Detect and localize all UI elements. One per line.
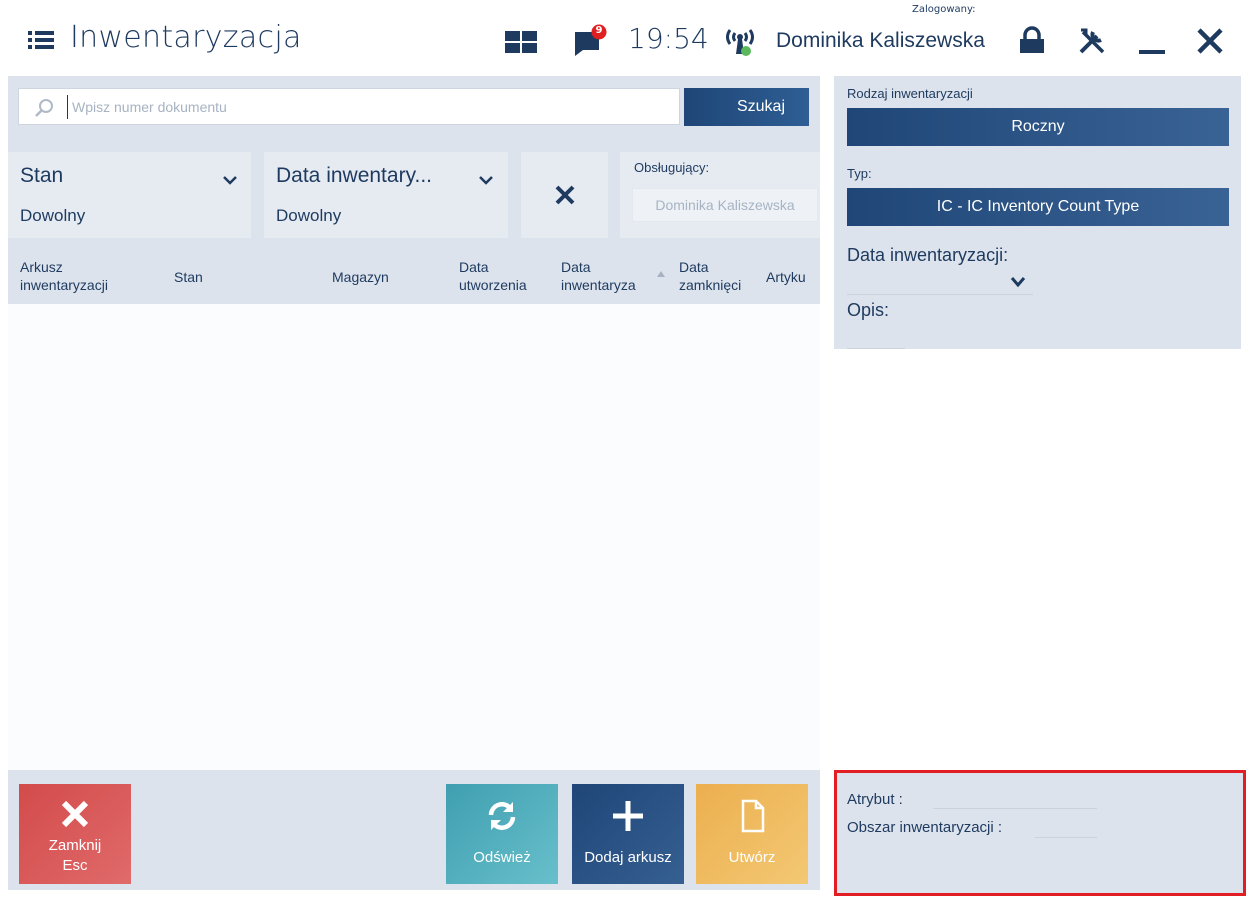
app-window: Inwentaryzacja 9 19:54 Zalogowany: Domin… (0, 0, 1251, 908)
chevron-down-icon (223, 176, 237, 185)
column-header-text: Arkusz (20, 259, 63, 275)
column-header-created-date[interactable]: Data utworzenia (459, 258, 527, 294)
refresh-icon (488, 802, 516, 830)
inventory-details-panel: Rodzaj inwentaryzacji Roczny Typ: IC - I… (834, 76, 1241, 349)
column-header-warehouse[interactable]: Magazyn (332, 268, 389, 286)
status-filter-label: Stan (20, 164, 64, 187)
column-header-inventory-date[interactable]: Data inwentaryza (561, 258, 636, 294)
column-header-text: Data (459, 259, 489, 275)
close-window-icon[interactable] (1195, 26, 1225, 56)
search-icon (35, 99, 53, 117)
close-icon (555, 185, 574, 205)
add-sheet-button[interactable]: Dodaj arkusz (572, 784, 684, 884)
document-icon (741, 799, 765, 833)
plus-icon (613, 801, 643, 831)
close-icon (61, 800, 89, 828)
column-header-text: Data (679, 259, 709, 275)
connection-signal-icon[interactable] (722, 24, 758, 56)
inventory-date-filter[interactable]: Data inwentary... Dowolny (264, 152, 508, 238)
attribute-label: Atrybut : (847, 791, 903, 808)
table-header: Arkusz inwentaryzacji Stan Magazyn Data … (8, 248, 820, 304)
type-select[interactable]: IC - IC Inventory Count Type (847, 188, 1229, 226)
documents-panel: Szukaj Stan Dowolny Data inwentary... Do… (8, 76, 820, 770)
status-filter[interactable]: Stan Dowolny (8, 152, 251, 238)
menu-icon[interactable] (28, 28, 54, 52)
column-header-status[interactable]: Stan (174, 268, 203, 286)
inventory-date-filter-value: Dowolny (276, 206, 342, 225)
search-button[interactable]: Szukaj (684, 88, 809, 126)
chevron-down-icon (479, 176, 493, 185)
app-title: Inwentaryzacja (70, 20, 302, 55)
column-header-text: inwentaryzacji (20, 277, 108, 293)
operator-filter: Obsługujący: Dominika Kaliszewska (620, 152, 820, 238)
logged-in-label: Zalogowany: (912, 4, 976, 15)
column-header-text: utworzenia (459, 277, 527, 293)
notification-count: 9 (595, 25, 603, 36)
sort-ascending-icon (657, 271, 665, 277)
inventory-kind-select[interactable]: Roczny (847, 108, 1229, 146)
inventory-date-label: Data inwentaryzacji: (847, 245, 1009, 265)
close-button-shortcut: Esc (62, 857, 88, 874)
tiles-icon[interactable] (505, 29, 537, 55)
column-header-text: inwentaryza (561, 277, 636, 293)
operator-label: Obsługujący: (634, 160, 710, 175)
divider (847, 348, 905, 349)
refresh-button[interactable]: Odśwież (446, 784, 558, 884)
notifications-icon[interactable]: 9 (573, 24, 607, 56)
close-button[interactable]: Zamknij Esc (19, 784, 131, 884)
close-button-label: Zamknij (48, 837, 102, 854)
inventory-area-field[interactable] (1035, 837, 1097, 838)
lock-icon[interactable] (1017, 26, 1047, 56)
header-bar: Inwentaryzacja 9 19:54 Zalogowany: Domin… (0, 0, 1251, 80)
minimize-icon[interactable] (1137, 26, 1167, 56)
column-header-sheet[interactable]: Arkusz inwentaryzacji (20, 258, 108, 294)
inventory-date-filter-label: Data inwentary... (276, 164, 433, 187)
bottom-toolbar: Zamknij Esc Odśwież Dodaj arkusz Utwórz (8, 770, 820, 890)
column-header-text: Artyku (766, 269, 806, 285)
refresh-button-label: Odśwież (473, 849, 531, 866)
user-name: Dominika Kaliszewska (776, 29, 985, 52)
clear-filters-button[interactable] (521, 152, 608, 238)
add-sheet-button-label: Dodaj arkusz (584, 849, 672, 866)
settings-tools-icon[interactable] (1077, 26, 1107, 56)
status-filter-value: Dowolny (20, 206, 86, 225)
documents-table-body[interactable] (8, 304, 820, 770)
inventory-area-label: Obszar inwentaryzacji : (847, 819, 1003, 836)
divider (847, 294, 1033, 295)
search-input[interactable] (67, 95, 667, 119)
column-header-items[interactable]: Artyku (766, 268, 820, 286)
description-label: Opis: (847, 300, 890, 320)
column-header-text: Data (561, 259, 591, 275)
type-label: Typ: (847, 166, 872, 181)
attribute-field[interactable] (933, 808, 1097, 809)
column-header-text: zamknięci (679, 277, 742, 293)
create-button[interactable]: Utwórz (696, 784, 808, 884)
attributes-panel: Atrybut : Obszar inwentaryzacji : (834, 770, 1246, 896)
filter-row: Stan Dowolny Data inwentary... Dowolny O… (8, 152, 820, 238)
inventory-date-dropdown-icon[interactable] (1010, 276, 1026, 288)
search-box[interactable] (18, 88, 680, 125)
clock: 19:54 (628, 22, 709, 55)
column-header-text: Magazyn (332, 269, 389, 285)
column-header-closed-date[interactable]: Data zamknięci (679, 258, 741, 294)
inventory-kind-label: Rodzaj inwentaryzacji (847, 86, 973, 101)
operator-field[interactable]: Dominika Kaliszewska (632, 188, 818, 222)
column-header-text: Stan (174, 269, 203, 285)
create-button-label: Utwórz (728, 849, 776, 866)
